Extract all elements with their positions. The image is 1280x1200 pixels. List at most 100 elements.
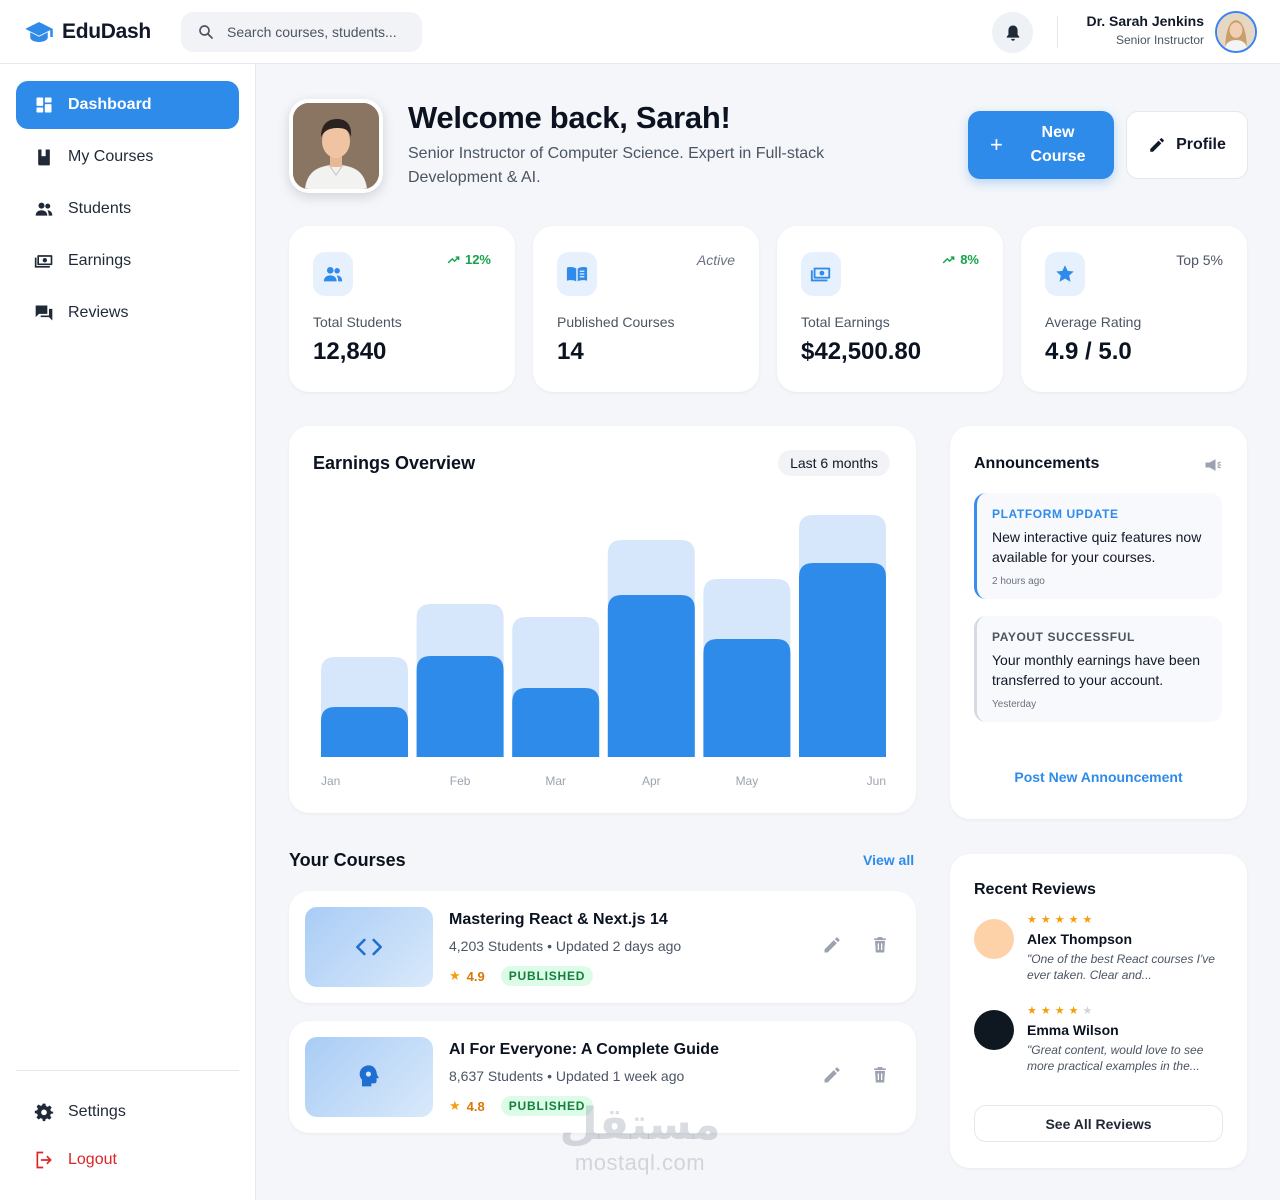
sidebar-item-settings[interactable]: Settings <box>16 1088 239 1136</box>
announcements-card: Announcements PLATFORM UPDATE New intera… <box>950 426 1247 819</box>
graduation-cap-icon <box>25 22 53 42</box>
stat-card-students: 12% Total Students 12,840 <box>289 226 515 392</box>
stat-card-earnings: 8% Total Earnings $42,500.80 <box>777 226 1003 392</box>
page-title: Welcome back, Sarah! <box>408 100 731 135</box>
book-icon <box>38 149 50 166</box>
user-avatar[interactable] <box>1215 11 1257 53</box>
stat-icon-wrap <box>557 252 597 296</box>
stat-status: Active <box>696 252 735 268</box>
stat-icon-wrap <box>1045 252 1085 296</box>
trending-up-icon <box>942 255 955 263</box>
course-rating-value: 4.9 <box>466 968 485 984</box>
search-input[interactable] <box>227 24 407 40</box>
course-card[interactable]: Mastering React & Next.js 14 4,203 Stude… <box>289 891 916 1003</box>
announcement-tag: PAYOUT SUCCESSFUL <box>992 630 1135 644</box>
view-all-courses-link[interactable]: View all <box>863 852 914 868</box>
plus-icon: + <box>990 132 1003 157</box>
user-menu[interactable]: Dr. Sarah Jenkins Senior Instructor <box>1086 13 1204 47</box>
reviewer-avatar <box>974 1010 1014 1050</box>
sidebar-item-label: Students <box>68 200 132 217</box>
x-tick-label: May <box>736 774 759 788</box>
earnings-overview-card: Jan Feb Mar Apr May Jun Earnings Overview Las… <box>289 426 916 813</box>
star-icon <box>1056 265 1074 282</box>
announcement-item[interactable]: PAYOUT SUCCESSFUL Your monthly earnings … <box>974 616 1222 722</box>
stat-trend-value: 8% <box>960 252 979 267</box>
stat-label: Total Earnings <box>801 314 890 330</box>
star-icon: ★ <box>1027 914 1041 926</box>
review-text: "One of the best React courses I've ever… <box>1027 952 1215 982</box>
review-stars: ★★★★★ <box>1027 913 1096 926</box>
bar-jan[interactable] <box>321 707 408 757</box>
app-name: EduDash <box>62 20 151 43</box>
course-title[interactable]: Mastering React & Next.js 14 <box>449 911 668 929</box>
review-text: "Great content, would love to see more p… <box>1027 1043 1204 1073</box>
search-box[interactable] <box>181 12 422 52</box>
bar-jun[interactable] <box>799 563 886 757</box>
trash-icon <box>874 937 886 953</box>
people-icon <box>35 202 53 216</box>
star-icon: ★ <box>449 968 461 983</box>
reviewer-name: Emma Wilson <box>1027 1022 1119 1038</box>
range-selector[interactable]: Last 6 months <box>778 450 890 476</box>
announcement-message: New interactive quiz features now availa… <box>992 529 1202 565</box>
stat-card-rating: Top 5% Average Rating 4.9 / 5.0 <box>1021 226 1247 392</box>
sidebar-item-earnings[interactable]: Earnings <box>16 237 239 285</box>
page-subtitle: Senior Instructor of Computer Science. E… <box>408 145 825 186</box>
sidebar-item-logout[interactable]: Logout <box>16 1136 239 1184</box>
stat-icon-wrap <box>313 252 353 296</box>
app-logo[interactable]: EduDash <box>24 17 151 47</box>
chat-icon <box>35 305 53 321</box>
watermark-latin: mostaql.com <box>574 1150 706 1175</box>
star-icon: ★ <box>1054 1005 1069 1017</box>
course-title[interactable]: AI For Everyone: A Complete Guide <box>449 1041 719 1059</box>
top-bar: EduDash Dr. Sarah Jenkins Senior Instruc… <box>0 0 1280 64</box>
announcement-item[interactable]: PLATFORM UPDATE New interactive quiz fea… <box>974 493 1222 599</box>
course-thumbnail <box>305 907 433 987</box>
stat-value: 4.9 / 5.0 <box>1045 338 1132 365</box>
star-icon: ★ <box>1027 1005 1041 1017</box>
sidebar-item-my-courses[interactable]: My Courses <box>16 133 239 181</box>
x-tick-label: Apr <box>642 774 661 788</box>
notifications-button[interactable] <box>992 12 1033 53</box>
bar-mar[interactable] <box>512 688 600 757</box>
reviewer-name: Alex Thompson <box>1027 931 1133 947</box>
stat-value: 14 <box>557 338 584 365</box>
sidebar-item-students[interactable]: Students <box>16 185 239 233</box>
stat-label: Average Rating <box>1045 314 1142 330</box>
announcements-title: Announcements <box>974 455 1100 472</box>
header-divider <box>1057 16 1058 48</box>
earnings-bar-chart: Jan Feb Mar Apr May Jun <box>321 515 886 788</box>
courses-section-title: Your Courses <box>289 850 406 870</box>
new-course-button[interactable]: + New Course <box>968 111 1114 179</box>
course-card[interactable]: AI For Everyone: A Complete Guide 8,637 … <box>289 1021 916 1133</box>
sidebar-item-reviews[interactable]: Reviews <box>16 289 239 337</box>
edit-course-button[interactable] <box>820 933 844 957</box>
star-icon: ★ <box>1068 914 1083 926</box>
trash-icon <box>874 1067 886 1083</box>
sidebar-item-dashboard[interactable]: Dashboard <box>16 81 239 129</box>
recent-reviews-card: Recent Reviews ★★★★★ Alex Thompson "One … <box>950 854 1247 1168</box>
pencil-icon <box>824 937 840 953</box>
see-all-reviews-button[interactable]: See All Reviews <box>974 1105 1223 1142</box>
new-course-label: New Course <box>1030 124 1086 165</box>
stat-trend: 12% <box>447 252 491 267</box>
gear-icon <box>34 1103 54 1122</box>
star-icon: ★ <box>449 1098 461 1113</box>
profile-avatar-image <box>293 103 379 189</box>
edit-course-button[interactable] <box>820 1063 844 1087</box>
bar-may[interactable] <box>703 639 791 757</box>
announcement-time: Yesterday <box>992 699 1037 710</box>
post-announcement-link[interactable]: Post New Announcement <box>950 769 1247 785</box>
announcement-message: Your monthly earnings have been transfer… <box>992 652 1201 688</box>
star-icon: ★ <box>1040 914 1055 926</box>
delete-course-button[interactable] <box>868 933 892 957</box>
bar-feb[interactable] <box>416 656 504 757</box>
reviewer-avatar <box>974 919 1014 959</box>
profile-button[interactable]: Profile <box>1126 111 1248 179</box>
sidebar: Dashboard My Courses Students Earnings R… <box>0 64 256 1200</box>
megaphone-icon[interactable] <box>1203 455 1223 475</box>
sidebar-divider <box>16 1070 239 1071</box>
delete-course-button[interactable] <box>868 1063 892 1087</box>
bar-apr[interactable] <box>607 595 695 757</box>
cash-icon <box>34 255 53 268</box>
